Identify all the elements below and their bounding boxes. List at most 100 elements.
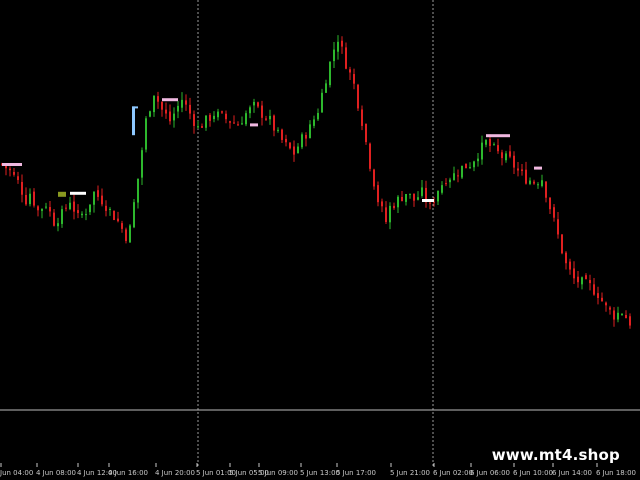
candle-body bbox=[197, 126, 199, 128]
candle-body bbox=[401, 196, 403, 201]
level-marker-2 bbox=[250, 123, 258, 127]
candle-body bbox=[353, 74, 355, 84]
candle-body bbox=[381, 201, 383, 207]
candle-body bbox=[37, 206, 39, 211]
candle-body bbox=[457, 175, 459, 177]
level-marker-1 bbox=[162, 98, 178, 102]
candle-body bbox=[509, 151, 511, 157]
candle-body bbox=[485, 140, 487, 145]
candle-body bbox=[33, 191, 35, 206]
candle-body bbox=[293, 146, 295, 155]
candle-body bbox=[545, 181, 547, 198]
candle-body bbox=[501, 152, 503, 159]
candle-body bbox=[217, 111, 219, 118]
time-tick-label: 5 Jun 21:00 bbox=[390, 469, 430, 477]
candle-body bbox=[117, 218, 119, 222]
candle-body bbox=[157, 96, 159, 102]
candle-body bbox=[61, 209, 63, 224]
candle-body bbox=[609, 307, 611, 310]
candle-body bbox=[45, 206, 47, 208]
time-axis: Jun 04:00 4 Jun 08:00 4 Jun 12:004 Jun 16:… bbox=[0, 463, 636, 477]
candle-body bbox=[449, 179, 451, 183]
candle-body bbox=[369, 143, 371, 169]
level-marker-cap-0 bbox=[132, 106, 138, 109]
candle-body bbox=[249, 107, 251, 114]
candle-body bbox=[205, 115, 207, 128]
candle-body bbox=[621, 313, 623, 315]
candle-body bbox=[29, 193, 31, 205]
candle-body bbox=[605, 302, 607, 306]
candle-body bbox=[73, 201, 75, 212]
level-marker-6 bbox=[486, 134, 510, 138]
candlestick-chart-svg[interactable]: Jun 04:00 4 Jun 08:00 4 Jun 12:004 Jun 16:… bbox=[0, 0, 640, 480]
candle-body bbox=[189, 104, 191, 114]
candle-body bbox=[237, 124, 239, 126]
candle-body bbox=[77, 210, 79, 214]
level-marker-7 bbox=[534, 166, 542, 170]
candle-body bbox=[269, 115, 271, 120]
candle-body bbox=[585, 275, 587, 280]
candle-body bbox=[101, 195, 103, 205]
candle-body bbox=[517, 168, 519, 171]
candle-body bbox=[429, 202, 431, 204]
candle-body bbox=[445, 183, 447, 185]
candle-body bbox=[389, 205, 391, 223]
level-marker-3 bbox=[2, 163, 22, 166]
candle-body bbox=[557, 219, 559, 235]
candle-body bbox=[377, 185, 379, 203]
candle-body bbox=[577, 276, 579, 283]
candle-body bbox=[25, 194, 27, 205]
price-chart[interactable]: Jun 04:00 4 Jun 08:00 4 Jun 12:00 4 Jun 16:… bbox=[0, 0, 640, 480]
candle-body bbox=[329, 61, 331, 86]
candle-body bbox=[481, 142, 483, 160]
candle-body bbox=[285, 138, 287, 143]
candle-body bbox=[113, 210, 115, 221]
candle-body bbox=[465, 163, 467, 169]
candle-body bbox=[105, 205, 107, 211]
candle-body bbox=[325, 83, 327, 93]
candle-body bbox=[593, 284, 595, 295]
candle-body bbox=[581, 277, 583, 285]
candle-body bbox=[473, 161, 475, 168]
candle-body bbox=[613, 310, 615, 320]
candle-body bbox=[153, 95, 155, 113]
candle-body bbox=[477, 158, 479, 162]
candle-body bbox=[357, 84, 359, 109]
candle-body bbox=[385, 207, 387, 223]
candle-body bbox=[241, 123, 243, 125]
candle-body bbox=[553, 207, 555, 218]
candle-body bbox=[393, 205, 395, 209]
candle-body bbox=[173, 113, 175, 121]
candle-body bbox=[57, 223, 59, 227]
candle-body bbox=[229, 121, 231, 123]
candle-body bbox=[489, 138, 491, 146]
candle-body bbox=[537, 184, 539, 186]
candle-body bbox=[121, 223, 123, 229]
candle-body bbox=[437, 190, 439, 202]
candle-body bbox=[213, 115, 215, 120]
candle-body bbox=[201, 126, 203, 128]
candle-body bbox=[209, 114, 211, 121]
candle-body bbox=[221, 111, 223, 113]
candle-body bbox=[397, 196, 399, 208]
candle-body bbox=[261, 105, 263, 118]
candle-body bbox=[541, 180, 543, 186]
candle-body bbox=[469, 167, 471, 169]
candle-body bbox=[9, 168, 11, 171]
level-markers bbox=[2, 98, 542, 202]
candle-body bbox=[281, 129, 283, 140]
candle-body bbox=[361, 109, 363, 126]
candle-body bbox=[149, 111, 151, 117]
candle-body bbox=[253, 101, 255, 106]
candle-body bbox=[85, 214, 87, 216]
candle-body bbox=[257, 102, 259, 107]
candle-body bbox=[317, 112, 319, 120]
candle-body bbox=[417, 197, 419, 200]
time-tick-label: 6 Jun 18:00 bbox=[596, 469, 636, 477]
candle-body bbox=[185, 100, 187, 105]
candles bbox=[1, 35, 631, 329]
candle-body bbox=[629, 316, 631, 326]
candle-body bbox=[341, 40, 343, 47]
candle-body bbox=[349, 69, 351, 73]
candle-body bbox=[65, 207, 67, 209]
